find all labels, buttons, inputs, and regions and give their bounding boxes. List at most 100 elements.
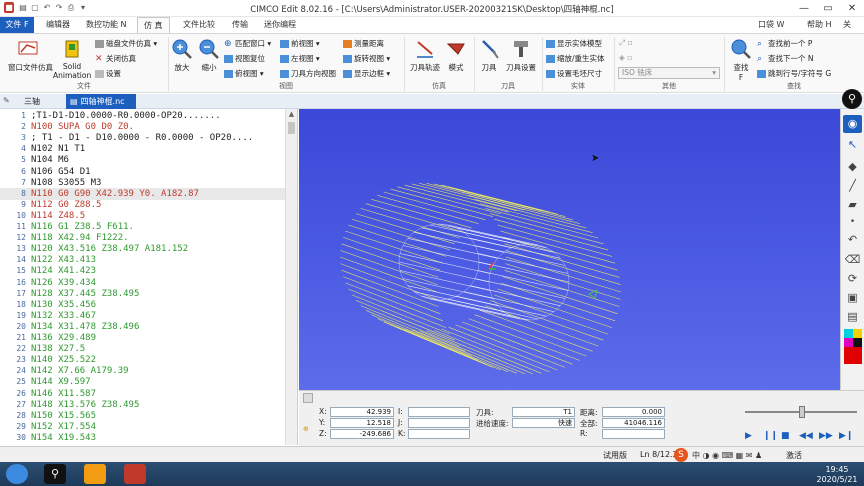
clipboard-icon[interactable]: ▤	[843, 310, 862, 326]
ruler-icon	[343, 40, 352, 48]
pause-icon[interactable]: ❙❙	[763, 431, 778, 441]
zoom-in-icon	[172, 39, 192, 59]
pocket-menu[interactable]: 口袋 W	[752, 17, 790, 33]
marker-icon[interactable]: ▰	[843, 198, 862, 214]
camera-icon[interactable]: ▣	[843, 291, 862, 307]
zoom-in-button[interactable]: 放大	[171, 38, 193, 73]
step-icon[interactable]: ▶▶	[819, 431, 833, 441]
front-view-button[interactable]: 前视图 ▾	[280, 38, 320, 49]
about-menu[interactable]: 关于	[837, 17, 864, 45]
tool-settings-button[interactable]: 刀具设置	[504, 38, 538, 73]
goto-line-button[interactable]: 跳到行号/字符号 G	[757, 68, 831, 79]
i-value	[408, 407, 470, 417]
pointer-icon[interactable]: ↖	[843, 138, 862, 156]
scroll-thumb[interactable]	[288, 122, 295, 134]
color-red[interactable]	[844, 347, 862, 364]
pen-icon[interactable]: ╱	[843, 179, 862, 195]
reset-view-button[interactable]: 视图复位	[224, 53, 265, 64]
taskbar-app-1[interactable]: ⚲	[44, 464, 66, 484]
speed-slider-thumb[interactable]	[799, 406, 805, 418]
slider-thumb[interactable]	[303, 393, 313, 403]
color-black[interactable]	[853, 338, 862, 347]
toolpath-button[interactable]: 刀具轨迹	[408, 38, 442, 73]
tab-simulation[interactable]: 仿 真	[137, 17, 170, 33]
solid-animation-button[interactable]: Solid Animation	[53, 38, 91, 80]
eye-icon[interactable]: ◉	[843, 115, 862, 133]
doc-tab-four-axis[interactable]: ▤ 四轴神棍.nc	[66, 94, 136, 109]
disk-sim-button[interactable]: 磁盘文件仿真 ▾	[95, 38, 157, 49]
find-next-button[interactable]: ⌕ 查找下一个 N	[757, 53, 814, 64]
close-button[interactable]: ✕	[840, 0, 864, 17]
trash-icon[interactable]: ⌫	[843, 253, 862, 269]
find-label: 查找	[733, 63, 749, 72]
tray-icons[interactable]: 中 ◑ ◉ ⌨ ▦ ✉ ♟	[692, 450, 762, 461]
tool-field-label: 刀具:	[476, 408, 494, 417]
close-sim-button[interactable]: ✕ 关闭仿真	[95, 53, 136, 64]
start-button[interactable]	[6, 464, 28, 484]
code-editor[interactable]: 1 ;T1-D1-D10.0000-R0.0000-OP20....... 2 N10…	[0, 109, 298, 445]
simulation-viewport[interactable]: ➤	[299, 109, 840, 390]
tab-editor[interactable]: 编辑器	[40, 17, 76, 33]
tool-button[interactable]: 刀具	[478, 38, 500, 73]
rewind-icon[interactable]: ◀◀	[799, 431, 813, 441]
r-value	[602, 429, 665, 439]
play-icon[interactable]: ▶	[745, 431, 752, 441]
color-cyan[interactable]	[844, 329, 853, 338]
window-sim-button[interactable]: 窗口文件仿真	[8, 38, 53, 73]
tool-view-button[interactable]: 刀具方向视图	[280, 68, 336, 79]
total-value: 41046.116	[602, 418, 665, 428]
outline-icon	[343, 70, 352, 78]
x-label: X:	[319, 407, 327, 416]
find-next-label: 查找下一个 N	[768, 54, 814, 63]
group-tool-label: 刀具	[501, 82, 515, 90]
undo-draw-icon[interactable]: ↶	[843, 233, 862, 249]
other-icon-row-2[interactable]: ◈ ▫	[619, 53, 632, 62]
top-view-button[interactable]: 俯视图 ▾	[224, 68, 264, 79]
ime-s-icon[interactable]: S	[674, 448, 688, 462]
tab-transfer[interactable]: 传输	[226, 17, 254, 33]
tab-mini-program[interactable]: 迷你编程	[258, 17, 302, 33]
code-line[interactable]: 30 N154 X19.543	[0, 432, 285, 444]
cut-solid-button[interactable]: 缩放/重生实体	[546, 53, 605, 64]
stop-icon[interactable]: ■	[781, 431, 790, 441]
viewport-toolbar: ◉ ↖ ◆ ╱ ▰ • ↶ ⌫ ⟳ ▣ ▤	[840, 109, 864, 390]
eraser-icon[interactable]: ◆	[843, 160, 862, 176]
find-button[interactable]: 查找 F	[729, 38, 753, 82]
left-view-button[interactable]: 左视图 ▾	[280, 53, 320, 64]
end-icon[interactable]: ▶❙	[839, 431, 853, 441]
help-menu[interactable]: 帮助 H	[801, 17, 838, 33]
activation-label: 激活	[786, 451, 802, 460]
other-icon-row-1[interactable]: ⤢ ▫	[619, 38, 632, 48]
find-prev-button[interactable]: ⌕ 查找前一个 P	[757, 38, 812, 49]
z-value: -249.686	[330, 429, 394, 439]
minimize-button[interactable]: —	[792, 0, 816, 17]
mode-button[interactable]: 模式	[444, 38, 468, 73]
dot-icon[interactable]: •	[843, 217, 862, 227]
editor-scrollbar[interactable]: ▲	[285, 109, 297, 445]
maximize-button[interactable]: ▭	[816, 0, 840, 17]
machine-select[interactable]: ISO 铣床 ▾	[618, 67, 720, 79]
search-icon	[731, 39, 751, 59]
color-magenta[interactable]	[844, 338, 853, 347]
settings-button[interactable]: 设置	[95, 68, 121, 79]
pin-icon[interactable]: ✎	[3, 96, 10, 105]
doc-tab-three-axis[interactable]: 三轴	[14, 94, 64, 109]
taskbar-app-3[interactable]	[124, 464, 146, 484]
taskbar-app-2[interactable]	[84, 464, 106, 484]
refresh-icon[interactable]: ⟳	[843, 272, 862, 288]
zoom-out-button[interactable]: 缩小	[198, 38, 220, 73]
color-yellow[interactable]	[853, 329, 862, 338]
fit-window-button[interactable]: ⊕ 匹配窗口 ▾	[224, 38, 271, 49]
rotate-view-button[interactable]: 旋转视图 ▾	[343, 53, 390, 64]
tab-nc-functions[interactable]: 数控功能 N	[80, 17, 133, 33]
measure-button[interactable]: 测量距离	[343, 38, 384, 49]
show-solid-button[interactable]: 显示实体模型	[546, 38, 602, 49]
x-value: 42.939	[330, 407, 394, 417]
tab-file-compare[interactable]: 文件比较	[177, 17, 221, 33]
file-menu[interactable]: 文件 F	[0, 17, 34, 33]
show-solid-label: 显示实体模型	[557, 39, 602, 48]
cimco-logo-icon[interactable]: ⚲	[842, 89, 862, 109]
scroll-up-icon[interactable]: ▲	[287, 110, 296, 120]
set-blank-button[interactable]: 设置毛坯尺寸	[546, 68, 602, 79]
show-outline-button[interactable]: 显示边框 ▾	[343, 68, 390, 79]
